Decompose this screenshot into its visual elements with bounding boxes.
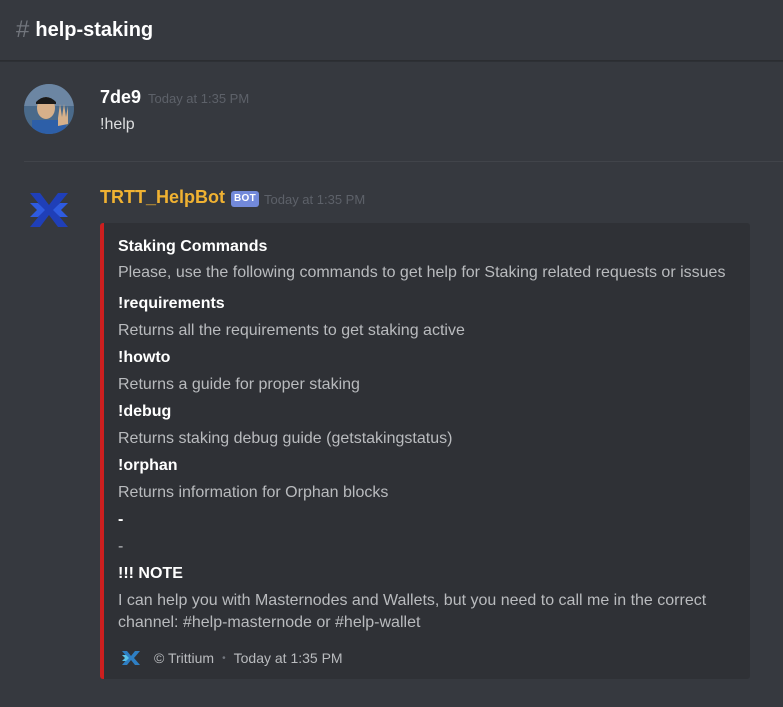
embed-field-name: !debug: [118, 403, 172, 420]
bot-tag-badge: BOT: [231, 191, 260, 207]
embed-field-name: !howto: [118, 349, 171, 366]
spock-avatar-icon: [24, 84, 74, 134]
embed-field-name: !!! NOTE: [118, 565, 183, 582]
embed-field-value: Returns all the requirements to get stak…: [118, 322, 465, 339]
bot-avatar[interactable]: [24, 185, 74, 235]
message-text: !help: [100, 116, 135, 133]
embed-title: Staking Commands: [118, 238, 268, 255]
embed-field-name: !orphan: [118, 457, 178, 474]
embed-footer: © Trittium • Today at 1:35 PM: [120, 647, 343, 669]
embed-footer-timestamp: Today at 1:35 PM: [233, 650, 343, 666]
embed-field-value: Returns information for Orphan blocks: [118, 484, 389, 501]
embed-field-value: channel: #help-masternode or #help-walle…: [118, 614, 421, 631]
channel-name[interactable]: help-staking: [35, 19, 153, 42]
embed-field-name: -: [118, 511, 124, 528]
rich-embed: Staking Commands Please, use the followi…: [100, 223, 750, 679]
channel-header: # help-staking: [0, 0, 783, 61]
trittium-footer-icon: [122, 651, 140, 665]
embed-footer-text: © Trittium: [154, 650, 215, 666]
trittium-logo-icon: [30, 193, 68, 227]
embed-field-value: I can help you with Masternodes and Wall…: [118, 592, 707, 609]
embed-field-value: Returns a guide for proper staking: [118, 376, 360, 393]
message-timestamp: Today at 1:35 PM: [264, 192, 366, 207]
embed-field-name: !requirements: [118, 295, 225, 312]
message-timestamp: Today at 1:35 PM: [148, 91, 250, 106]
embed-description: Please, use the following commands to ge…: [118, 264, 726, 281]
message-divider: [24, 161, 783, 162]
embed-field-value: -: [118, 538, 124, 555]
embed-field-value: Returns staking debug guide (getstakings…: [118, 430, 453, 447]
username-7de9[interactable]: 7de9: [100, 87, 141, 108]
channel-hash-icon: #: [16, 16, 30, 43]
user-avatar[interactable]: [24, 84, 74, 134]
footer-separator: •: [222, 652, 226, 664]
username-trtt-helpbot[interactable]: TRTT_HelpBot: [100, 187, 225, 208]
